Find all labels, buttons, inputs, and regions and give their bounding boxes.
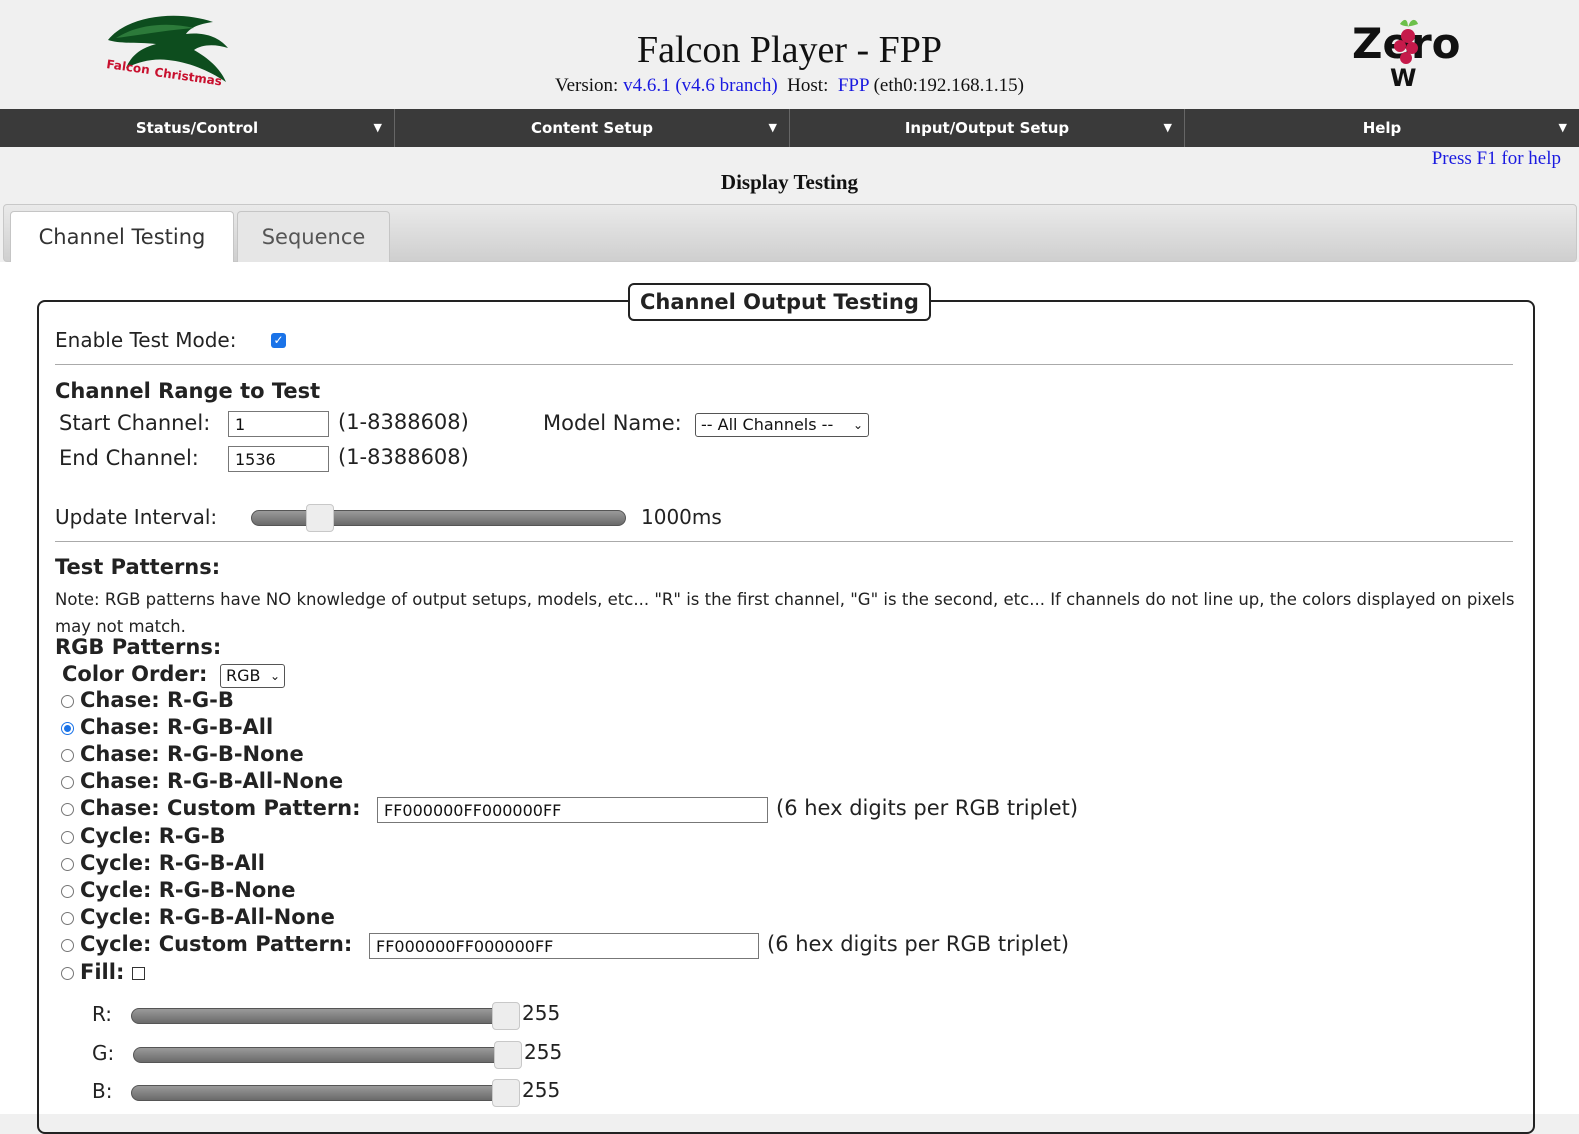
main-navbar: Status/Control ▼ Content Setup ▼ Input/O…	[0, 109, 1579, 147]
fill-g-slider[interactable]	[133, 1047, 518, 1063]
end-channel-label: End Channel:	[59, 446, 199, 470]
nav-label: Input/Output Setup	[904, 119, 1070, 137]
version-label: Version:	[554, 75, 619, 96]
nav-label: Help	[1362, 119, 1402, 137]
host-label: Host:	[787, 75, 829, 96]
fill-b-handle[interactable]	[492, 1079, 520, 1107]
help-link[interactable]: Press F1 for help	[1432, 148, 1561, 170]
nav-label: Content Setup	[531, 119, 653, 137]
divider	[55, 541, 1513, 542]
pattern-label: Cycle: R-G-B-All	[80, 851, 265, 875]
color-order-value: RGB	[226, 666, 261, 685]
radio-cycle-custom[interactable]	[61, 939, 74, 952]
version-line: Version: v4.6.1 (v4.6 branch) Host: FPP …	[0, 75, 1579, 97]
fill-b-slider[interactable]	[131, 1085, 516, 1101]
pattern-label: Chase: R-G-B	[80, 688, 234, 712]
pattern-label: Cycle: R-G-B	[80, 824, 226, 848]
color-order-label: Color Order:	[62, 662, 208, 686]
update-interval-label: Update Interval:	[55, 505, 218, 529]
test-patterns-heading: Test Patterns:	[55, 555, 221, 579]
app-title: Falcon Player - FPP	[636, 29, 943, 71]
start-channel-label: Start Channel:	[59, 411, 211, 435]
radio-chase-rgb[interactable]	[61, 695, 74, 708]
host-detail: (eth0:192.168.1.15)	[873, 75, 1025, 96]
pattern-label: Cycle: Custom Pattern:	[80, 932, 353, 956]
update-interval-handle[interactable]	[306, 504, 334, 532]
nav-help[interactable]: Help ▼	[1185, 109, 1579, 147]
pattern-label: Chase: Custom Pattern:	[80, 796, 361, 820]
end-channel-range: (1-8388608)	[338, 445, 469, 469]
fill-b-label: B:	[92, 1079, 113, 1103]
radio-chase-rgb-all-none[interactable]	[61, 776, 74, 789]
version-link[interactable]: v4.6.1 (v4.6 branch)	[623, 75, 778, 96]
cycle-custom-hint: (6 hex digits per RGB triplet)	[767, 932, 1070, 956]
enable-test-mode-label: Enable Test Mode:	[55, 328, 237, 352]
tab-sequence[interactable]: Sequence	[237, 211, 390, 262]
pattern-label: Fill:	[80, 960, 125, 984]
start-channel-range: (1-8388608)	[338, 410, 469, 434]
fill-g-value: 255	[524, 1040, 563, 1064]
divider	[55, 364, 1513, 365]
fill-g-handle[interactable]	[494, 1041, 522, 1069]
model-name-value: -- All Channels --	[701, 415, 834, 434]
model-name-label: Model Name:	[543, 411, 682, 435]
color-order-select[interactable]: RGB ⌄	[220, 664, 285, 688]
pattern-label: Chase: R-G-B-All	[80, 715, 274, 739]
tab-channel-testing[interactable]: Channel Testing	[10, 211, 234, 262]
radio-cycle-rgb-all[interactable]	[61, 858, 74, 871]
fill-b-value: 255	[522, 1078, 561, 1102]
radio-cycle-rgb-none[interactable]	[61, 885, 74, 898]
end-channel-input[interactable]: 1536	[228, 446, 329, 472]
panel-legend: Channel Output Testing	[628, 283, 931, 321]
fill-g-label: G:	[92, 1041, 115, 1065]
nav-content-setup[interactable]: Content Setup ▼	[395, 109, 790, 147]
channel-range-heading: Channel Range to Test	[55, 379, 321, 403]
radio-chase-custom[interactable]	[61, 803, 74, 816]
nav-status-control[interactable]: Status/Control ▼	[0, 109, 395, 147]
model-name-select[interactable]: -- All Channels -- ⌄	[695, 413, 869, 437]
cycle-custom-pattern-input[interactable]: FF000000FF000000FF	[369, 933, 759, 959]
radio-fill[interactable]	[61, 967, 74, 980]
radio-chase-rgb-all[interactable]	[61, 722, 74, 735]
page-header: Falcon Christmas Falcon Player - FPP Ver…	[0, 0, 1579, 109]
caret-down-icon: ▼	[1558, 121, 1567, 134]
rgb-patterns-heading: RGB Patterns:	[55, 635, 222, 659]
pattern-label: Cycle: R-G-B-None	[80, 878, 296, 902]
pattern-label: Chase: R-G-B-All-None	[80, 769, 344, 793]
enable-test-mode-checkbox[interactable]: ✓	[271, 333, 286, 348]
caret-down-icon: ▼	[373, 121, 382, 134]
radio-chase-rgb-none[interactable]	[61, 749, 74, 762]
pi-zero-w-logo[interactable]: Zero W	[1350, 8, 1460, 90]
fill-r-slider[interactable]	[131, 1008, 516, 1024]
fill-r-value: 255	[522, 1001, 561, 1025]
host-link[interactable]: FPP	[838, 75, 869, 96]
chase-custom-pattern-input[interactable]: FF000000FF000000FF	[377, 797, 768, 823]
radio-cycle-rgb-all-none[interactable]	[61, 912, 74, 925]
start-channel-input[interactable]: 1	[228, 411, 329, 437]
nav-label: Status/Control	[135, 119, 259, 137]
caret-down-icon: ▼	[768, 121, 777, 134]
pattern-label: Cycle: R-G-B-All-None	[80, 905, 335, 929]
nav-input-output-setup[interactable]: Input/Output Setup ▼	[790, 109, 1185, 147]
chevron-down-icon: ⌄	[269, 669, 280, 683]
fill-r-label: R:	[92, 1002, 113, 1026]
radio-cycle-rgb[interactable]	[61, 831, 74, 844]
svg-text:W: W	[1390, 64, 1416, 90]
page-title: Display Testing	[720, 170, 859, 194]
tab-bar: Channel Testing Sequence	[3, 204, 1577, 262]
update-interval-value: 1000ms	[641, 505, 722, 529]
chase-custom-hint: (6 hex digits per RGB triplet)	[776, 796, 1079, 820]
fill-color-swatch[interactable]	[132, 967, 145, 980]
rgb-patterns-note: Note: RGB patterns have NO knowledge of …	[55, 590, 1515, 636]
caret-down-icon: ▼	[1163, 121, 1172, 134]
pattern-label: Chase: R-G-B-None	[80, 742, 304, 766]
chevron-down-icon: ⌄	[852, 418, 863, 432]
fill-r-handle[interactable]	[492, 1002, 520, 1030]
